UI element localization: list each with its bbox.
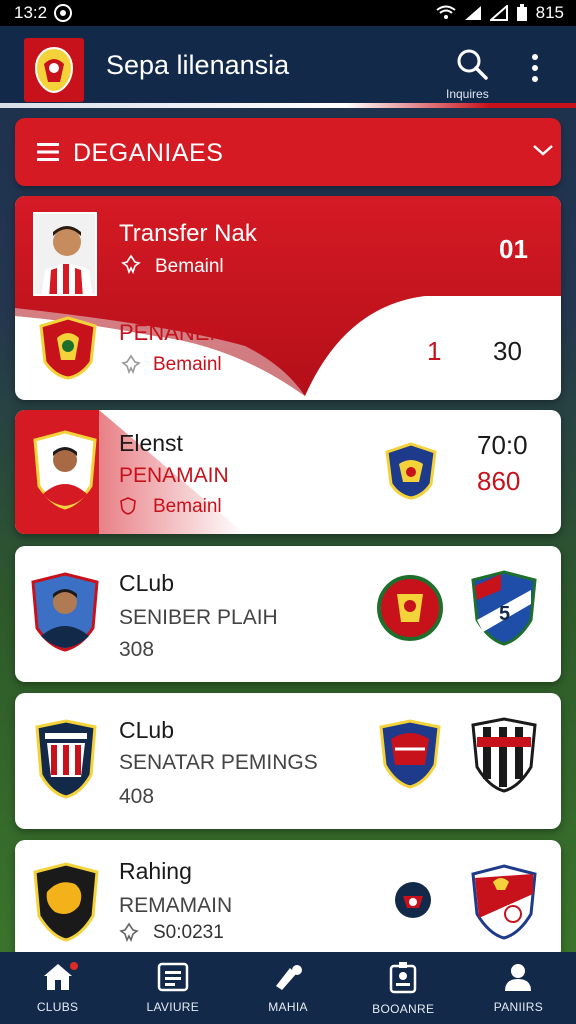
card-line2: PENAMAIN [119,464,229,487]
nav-item-paniirs[interactable]: PANIIRS [461,952,576,1024]
card-value: 01 [499,234,528,264]
hamburger-menu-icon [37,143,59,161]
card-line3: 408 [119,785,155,808]
app-title: Sepa lilenansia [106,50,290,80]
app-bar: Sepa lilenansia Inquires [0,26,576,108]
league-table-icon [157,962,189,992]
card-subtitle: Bemainl [153,496,222,517]
shield-outline-icon [120,497,136,515]
dot-icon [532,65,538,71]
filter-label: DEGANIAES [73,139,224,167]
id-card-icon [389,962,417,994]
player-card[interactable]: Elenst PENAMAIN Bemainl 70:0 860 [15,410,561,534]
nav-item-clubs[interactable]: CLUBS [0,952,115,1024]
battery-icon [516,4,528,22]
pin-icon [121,354,141,374]
app-bar-divider [0,103,576,108]
nav-label: MAHIA [268,1000,308,1014]
club-crest[interactable] [33,862,99,942]
svg-text:5: 5 [499,603,510,625]
transfer-card[interactable]: Transfer Nak Bemainl 01 PENANEN Bemainl … [15,196,561,400]
profile-icon [505,964,532,991]
status-bar: 13:2 815 [0,0,576,26]
card-title: Rahing [119,858,192,884]
ranking-card[interactable]: Rahing REMAMAIN S0:0231 [15,840,561,960]
card-title: Transfer Nak [119,220,257,247]
card-line3: S0:0231 [153,922,224,943]
nav-item-mahia[interactable]: MAHIA [230,952,345,1024]
signal-icon-2 [489,5,508,21]
club-crest[interactable] [35,719,97,799]
club-crest[interactable] [471,717,537,793]
card-subtitle-2: Bemainl [153,354,222,375]
card-value-2a: 1 [427,336,442,366]
more-options-button[interactable] [520,48,550,88]
chevron-down-icon [533,145,553,156]
card-value-2b: 30 [493,336,522,366]
filter-dropdown[interactable]: DEGANIAES [15,118,561,186]
club-crest[interactable] [385,442,437,500]
player-avatar[interactable] [33,212,97,296]
club-crest[interactable] [379,719,441,789]
dot-icon [532,76,538,82]
status-time: 13:2 [14,3,48,22]
nav-label: PANIIRS [493,1000,544,1014]
match-icon [276,965,302,990]
nav-label: LAVIURE [146,1000,200,1014]
card-title-2: PENANEN [119,320,226,345]
battery-level: 815 [535,3,564,22]
card-line2: SENATAR PEMINGS [119,751,318,774]
search-label: Inquires [446,87,489,101]
nav-item-booanre[interactable]: BOOANRE [346,952,461,1024]
nav-label: BOOANRE [372,1002,435,1016]
club-crest[interactable]: 5 [471,570,537,646]
player-avatar[interactable] [33,430,97,510]
card-line2: SENIBER PLAIH [119,606,278,629]
nav-label: CLUBS [36,1000,79,1014]
card-title: CLub [119,570,174,596]
wifi-icon [436,5,456,21]
card-subtitle: Bemainl [155,256,224,277]
pin-icon [119,922,139,942]
nav-item-laviure[interactable]: LAVIURE [115,952,230,1024]
dot-icon [532,54,538,60]
club-crest[interactable] [471,864,537,940]
bottom-navigation: CLUBS LAVIURE MAHIA BOOANRE PANIIRS [0,952,576,1024]
signal-icon [464,5,482,21]
card-line3: 308 [119,638,155,661]
club-card[interactable]: CLub SENATAR PEMINGS 408 [15,693,561,829]
notification-icon [53,3,73,23]
card-title: Elenst [119,430,183,456]
club-crest[interactable] [377,572,443,644]
player-avatar[interactable] [31,572,99,652]
club-card[interactable]: CLub SENIBER PLAIH 308 5 [15,546,561,682]
notification-badge [70,962,78,970]
search-icon [457,49,488,80]
search-button[interactable] [454,46,494,86]
club-crest[interactable] [393,880,433,920]
card-title: CLub [119,717,174,743]
pin-icon [121,254,141,274]
card-value-bottom: 860 [477,466,521,496]
card-line2: REMAMAIN [119,894,233,917]
club-crest[interactable] [39,316,97,380]
app-logo[interactable] [24,38,84,102]
card-value-top: 70:0 [477,430,528,460]
